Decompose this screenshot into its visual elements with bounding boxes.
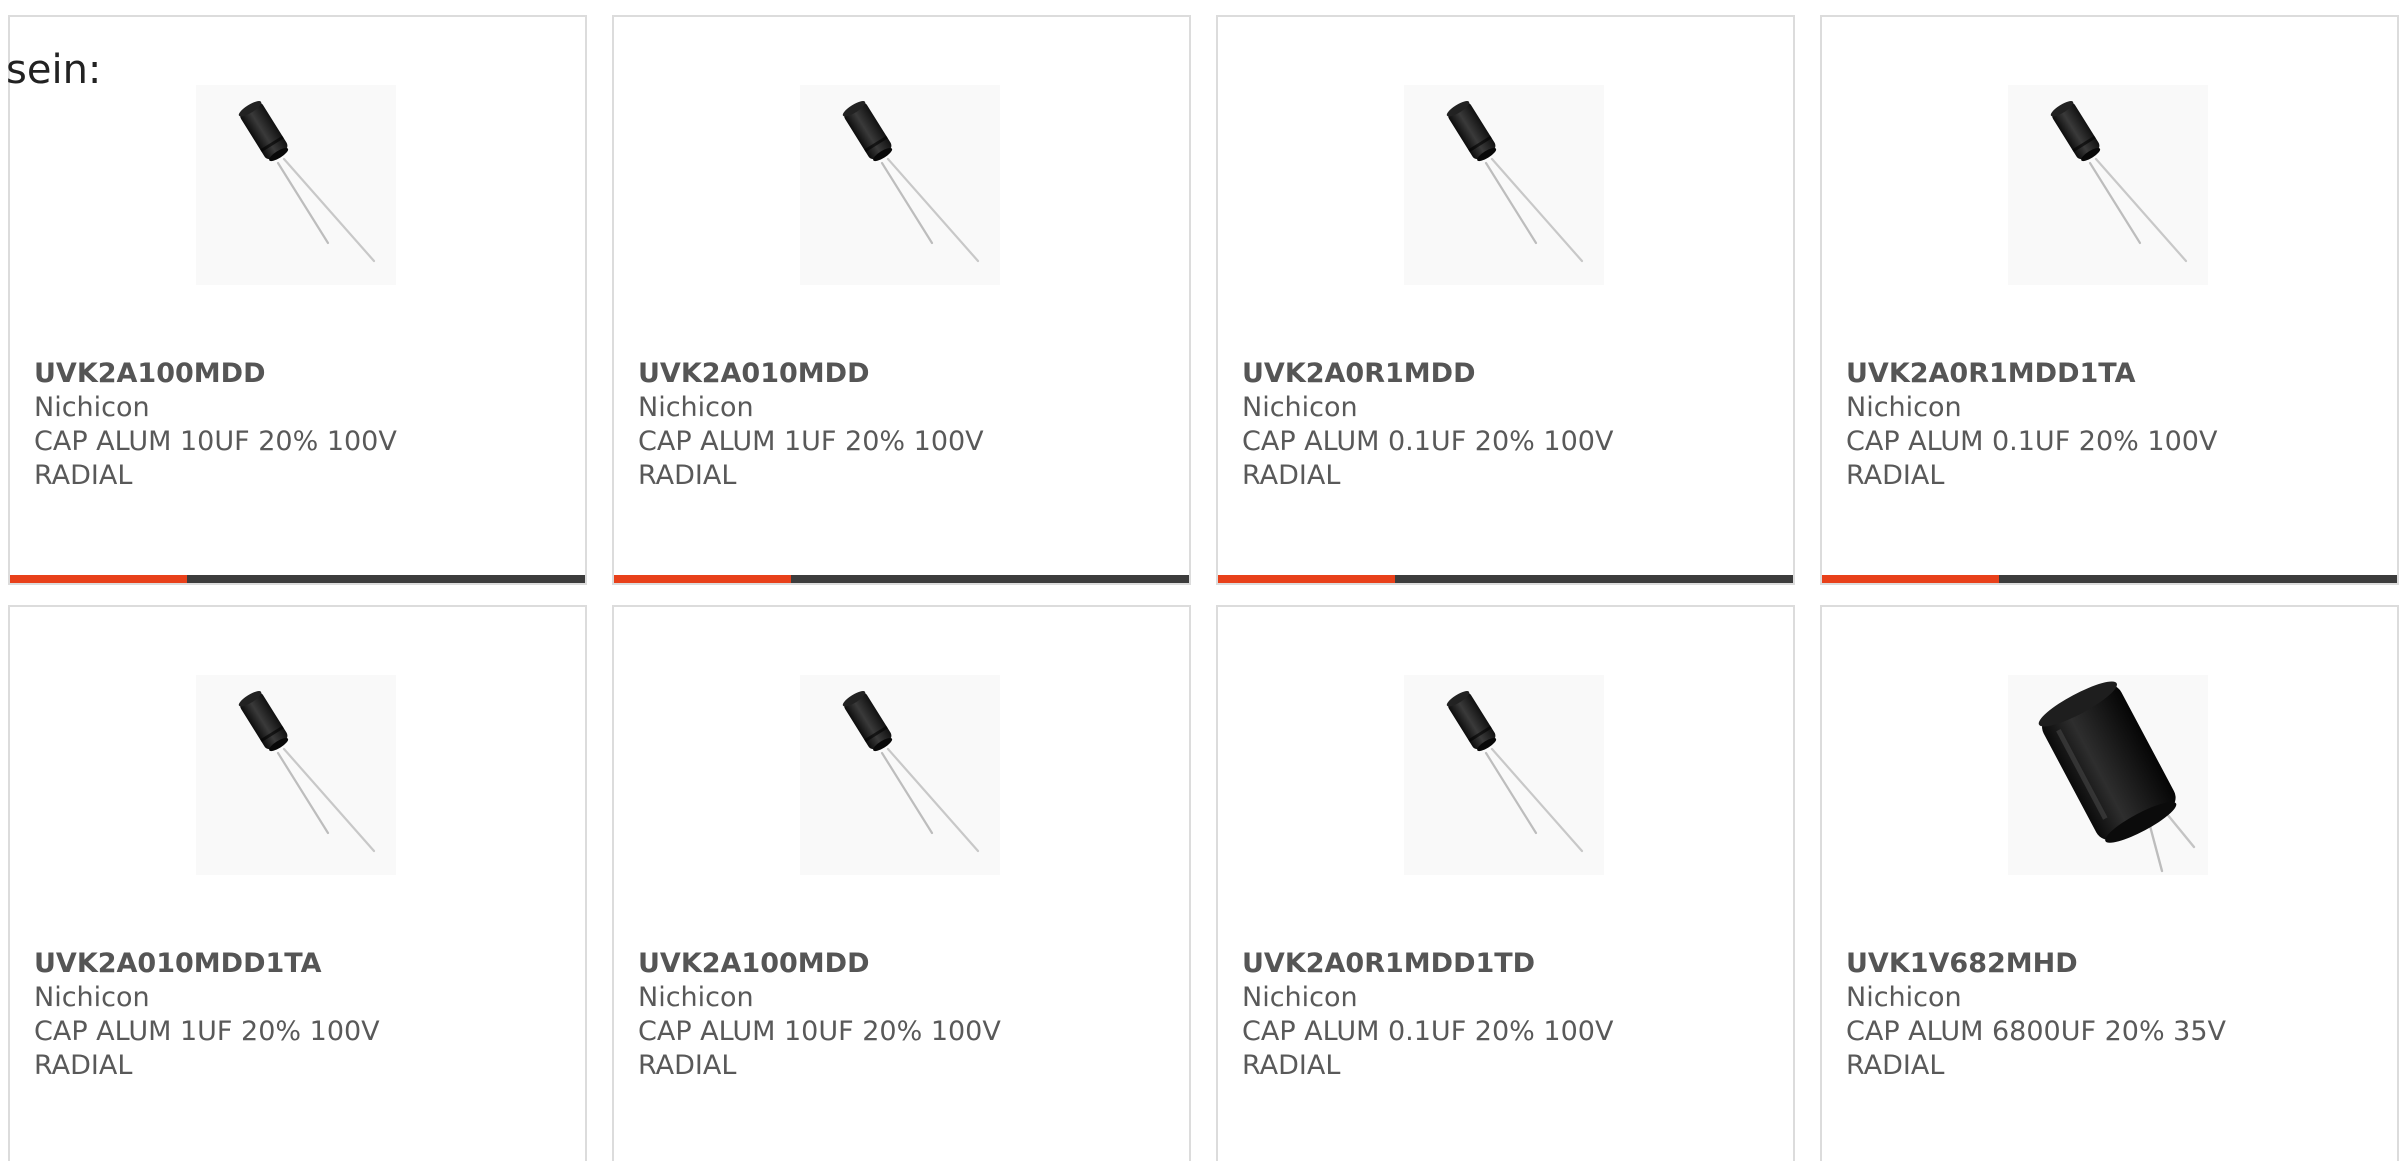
card-progress-bar	[1822, 575, 2397, 583]
card-progress-fill	[1822, 575, 2000, 583]
product-card[interactable]: UVK2A0R1MDD1TD Nichicon CAP ALUM 0.1UF 2…	[1216, 605, 1795, 1161]
product-image[interactable]	[2008, 675, 2208, 875]
product-image[interactable]	[800, 85, 1000, 285]
card-progress-bar	[614, 575, 1189, 583]
product-card[interactable]: UVK2A100MDD Nichicon CAP ALUM 10UF 20% 1…	[8, 15, 587, 585]
product-image[interactable]	[1404, 85, 1604, 285]
manufacturer: Nichicon	[34, 982, 150, 1013]
product-image[interactable]	[196, 675, 396, 875]
small-radial-capacitor-icon	[238, 101, 376, 263]
manufacturer: Nichicon	[1846, 392, 1962, 423]
description: CAP ALUM 0.1UF 20% 100V	[1846, 426, 2218, 457]
part-number[interactable]: UVK2A100MDD	[34, 357, 561, 391]
part-number[interactable]: UVK2A0R1MDD1TD	[1242, 947, 1769, 981]
large-radial-capacitor-icon	[2038, 681, 2196, 873]
product-info: UVK2A100MDD Nichicon CAP ALUM 10UF 20% 1…	[638, 947, 1165, 1083]
product-image[interactable]	[2008, 85, 2208, 285]
product-info: UVK2A0R1MDD1TA Nichicon CAP ALUM 0.1UF 2…	[1846, 357, 2373, 493]
manufacturer: Nichicon	[638, 982, 754, 1013]
card-progress-fill	[1218, 575, 1396, 583]
description: CAP ALUM 1UF 20% 100V	[34, 1016, 380, 1047]
product-info: UVK2A0R1MDD Nichicon CAP ALUM 0.1UF 20% …	[1242, 357, 1769, 493]
product-info: UVK1V682MHD Nichicon CAP ALUM 6800UF 20%…	[1846, 947, 2373, 1083]
intro-text: sein:	[6, 47, 102, 93]
product-info: UVK2A010MDD1TA Nichicon CAP ALUM 1UF 20%…	[34, 947, 561, 1083]
product-card[interactable]: UVK2A0R1MDD Nichicon CAP ALUM 0.1UF 20% …	[1216, 15, 1795, 585]
small-radial-capacitor-icon	[842, 691, 980, 853]
product-card[interactable]: UVK2A0R1MDD1TA Nichicon CAP ALUM 0.1UF 2…	[1820, 15, 2399, 585]
package: RADIAL	[1242, 1050, 1341, 1081]
product-image[interactable]	[196, 85, 396, 285]
package: RADIAL	[34, 460, 133, 491]
description: CAP ALUM 0.1UF 20% 100V	[1242, 426, 1614, 457]
manufacturer: Nichicon	[34, 392, 150, 423]
product-card[interactable]: UVK2A010MDD Nichicon CAP ALUM 1UF 20% 10…	[612, 15, 1191, 585]
small-radial-capacitor-icon	[842, 101, 980, 263]
product-info: UVK2A100MDD Nichicon CAP ALUM 10UF 20% 1…	[34, 357, 561, 493]
product-info: UVK2A0R1MDD1TD Nichicon CAP ALUM 0.1UF 2…	[1242, 947, 1769, 1083]
product-card[interactable]: UVK2A100MDD Nichicon CAP ALUM 10UF 20% 1…	[612, 605, 1191, 1161]
description: CAP ALUM 6800UF 20% 35V	[1846, 1016, 2227, 1047]
manufacturer: Nichicon	[1242, 392, 1358, 423]
manufacturer: Nichicon	[638, 392, 754, 423]
product-grid-page: sein: UVK2A100MDD Nichicon CAP ALUM 10UF…	[0, 0, 2400, 1161]
card-progress-fill	[10, 575, 188, 583]
product-card[interactable]: UVK1V682MHD Nichicon CAP ALUM 6800UF 20%…	[1820, 605, 2399, 1161]
description: CAP ALUM 1UF 20% 100V	[638, 426, 984, 457]
part-number[interactable]: UVK1V682MHD	[1846, 947, 2373, 981]
part-number[interactable]: UVK2A0R1MDD	[1242, 357, 1769, 391]
description: CAP ALUM 0.1UF 20% 100V	[1242, 1016, 1614, 1047]
package: RADIAL	[638, 1050, 737, 1081]
part-number[interactable]: UVK2A100MDD	[638, 947, 1165, 981]
product-grid: UVK2A100MDD Nichicon CAP ALUM 10UF 20% 1…	[8, 15, 2399, 1161]
part-number[interactable]: UVK2A010MDD1TA	[34, 947, 561, 981]
small-radial-capacitor-icon	[1446, 101, 1584, 263]
part-number[interactable]: UVK2A0R1MDD1TA	[1846, 357, 2373, 391]
description: CAP ALUM 10UF 20% 100V	[638, 1016, 1001, 1047]
part-number[interactable]: UVK2A010MDD	[638, 357, 1165, 391]
package: RADIAL	[1846, 460, 1945, 491]
card-progress-bar	[10, 575, 585, 583]
package: RADIAL	[638, 460, 737, 491]
manufacturer: Nichicon	[1846, 982, 1962, 1013]
product-card[interactable]: UVK2A010MDD1TA Nichicon CAP ALUM 1UF 20%…	[8, 605, 587, 1161]
product-image[interactable]	[800, 675, 1000, 875]
product-info: UVK2A010MDD Nichicon CAP ALUM 1UF 20% 10…	[638, 357, 1165, 493]
product-image[interactable]	[1404, 675, 1604, 875]
card-progress-fill	[614, 575, 792, 583]
package: RADIAL	[1242, 460, 1341, 491]
small-radial-capacitor-icon	[238, 691, 376, 853]
manufacturer: Nichicon	[1242, 982, 1358, 1013]
package: RADIAL	[34, 1050, 133, 1081]
small-radial-capacitor-icon	[1446, 691, 1584, 853]
description: CAP ALUM 10UF 20% 100V	[34, 426, 397, 457]
package: RADIAL	[1846, 1050, 1945, 1081]
card-progress-bar	[1218, 575, 1793, 583]
small-radial-capacitor-icon	[2050, 101, 2188, 263]
